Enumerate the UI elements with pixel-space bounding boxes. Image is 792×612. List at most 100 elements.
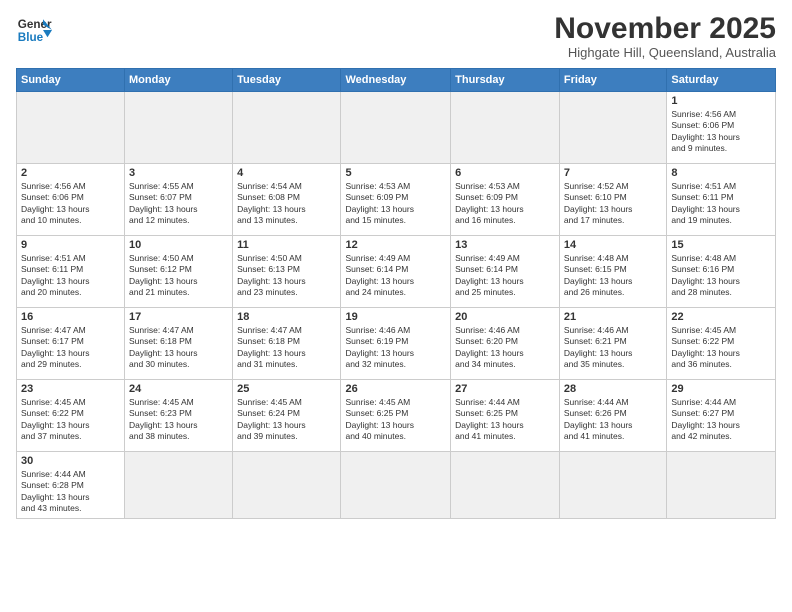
calendar-week-row: 30 Sunrise: 4:44 AMSunset: 6:28 PMDayligh… <box>17 452 776 519</box>
location: Highgate Hill, Queensland, Australia <box>554 45 776 60</box>
calendar-cell <box>559 92 666 164</box>
day-info: Sunrise: 4:46 AMSunset: 6:21 PMDaylight:… <box>564 325 662 371</box>
day-number: 12 <box>345 239 446 251</box>
calendar-week-row: 1Sunrise: 4:56 AMSunset: 6:06 PMDaylight… <box>17 92 776 164</box>
calendar-cell <box>559 452 666 519</box>
day-number: 8 <box>671 167 771 179</box>
day-info: Sunrise: 4:45 AMSunset: 6:22 PMDaylight:… <box>671 325 771 371</box>
day-number: 14 <box>564 239 662 251</box>
weekday-header-saturday: Saturday <box>667 69 776 92</box>
calendar-week-row: 23Sunrise: 4:45 AMSunset: 6:22 PMDayligh… <box>17 380 776 452</box>
calendar-cell: 8 Sunrise: 4:51 AMSunset: 6:11 PMDaylight… <box>667 164 776 236</box>
day-info: Sunrise: 4:45 AMSunset: 6:24 PMDaylight:… <box>237 397 336 443</box>
day-info: Sunrise: 4:50 AMSunset: 6:13 PMDaylight:… <box>237 253 336 299</box>
calendar-cell <box>125 452 233 519</box>
header: General Blue November 2025 Highgate Hill… <box>16 12 776 60</box>
calendar-cell: 28 Sunrise: 4:44 AMSunset: 6:26 PMDayligh… <box>559 380 666 452</box>
calendar-cell: 27Sunrise: 4:44 AMSunset: 6:25 PMDayligh… <box>451 380 560 452</box>
calendar-cell: 18Sunrise: 4:47 AMSunset: 6:18 PMDayligh… <box>233 308 341 380</box>
day-number: 20 <box>455 311 555 323</box>
day-number: 7 <box>564 167 662 179</box>
calendar-cell: 20Sunrise: 4:46 AMSunset: 6:20 PMDayligh… <box>451 308 560 380</box>
calendar-table: SundayMondayTuesdayWednesdayThursdayFrid… <box>16 68 776 519</box>
day-number: 16 <box>21 311 120 323</box>
day-info: Sunrise: 4:51 AMSunset: 6:11 PMDaylight:… <box>671 181 771 227</box>
calendar-cell: 29Sunrise: 4:44 AMSunset: 6:27 PMDayligh… <box>667 380 776 452</box>
weekday-header-wednesday: Wednesday <box>341 69 451 92</box>
calendar-cell: 12 Sunrise: 4:49 AMSunset: 6:14 PMDayligh… <box>341 236 451 308</box>
day-info: Sunrise: 4:47 AMSunset: 6:17 PMDaylight:… <box>21 325 120 371</box>
weekday-header-friday: Friday <box>559 69 666 92</box>
day-number: 2 <box>21 167 120 179</box>
day-number: 24 <box>129 383 228 395</box>
calendar-cell: 21Sunrise: 4:46 AMSunset: 6:21 PMDayligh… <box>559 308 666 380</box>
day-info: Sunrise: 4:45 AMSunset: 6:25 PMDaylight:… <box>345 397 446 443</box>
calendar-cell <box>341 92 451 164</box>
calendar-week-row: 9 Sunrise: 4:51 AMSunset: 6:11 PMDaylight… <box>17 236 776 308</box>
day-number: 6 <box>455 167 555 179</box>
day-info: Sunrise: 4:51 AMSunset: 6:11 PMDaylight:… <box>21 253 120 299</box>
day-info: Sunrise: 4:53 AMSunset: 6:09 PMDaylight:… <box>455 181 555 227</box>
calendar-cell: 11 Sunrise: 4:50 AMSunset: 6:13 PMDayligh… <box>233 236 341 308</box>
calendar-cell <box>233 92 341 164</box>
day-info: Sunrise: 4:44 AMSunset: 6:26 PMDaylight:… <box>564 397 662 443</box>
calendar-cell <box>451 92 560 164</box>
day-number: 17 <box>129 311 228 323</box>
calendar-cell: 22 Sunrise: 4:45 AMSunset: 6:22 PMDayligh… <box>667 308 776 380</box>
calendar-cell: 10 Sunrise: 4:50 AMSunset: 6:12 PMDayligh… <box>125 236 233 308</box>
calendar-cell: 6 Sunrise: 4:53 AMSunset: 6:09 PMDaylight… <box>451 164 560 236</box>
calendar-cell <box>233 452 341 519</box>
day-info: Sunrise: 4:44 AMSunset: 6:28 PMDaylight:… <box>21 469 120 515</box>
calendar-cell: 25 Sunrise: 4:45 AMSunset: 6:24 PMDayligh… <box>233 380 341 452</box>
day-info: Sunrise: 4:49 AMSunset: 6:14 PMDaylight:… <box>345 253 446 299</box>
calendar-cell: 5Sunrise: 4:53 AMSunset: 6:09 PMDaylight… <box>341 164 451 236</box>
day-number: 27 <box>455 383 555 395</box>
calendar-cell: 3 Sunrise: 4:55 AMSunset: 6:07 PMDaylight… <box>125 164 233 236</box>
day-info: Sunrise: 4:46 AMSunset: 6:19 PMDaylight:… <box>345 325 446 371</box>
day-number: 23 <box>21 383 120 395</box>
calendar-cell <box>667 452 776 519</box>
calendar-header-row: SundayMondayTuesdayWednesdayThursdayFrid… <box>17 69 776 92</box>
day-number: 10 <box>129 239 228 251</box>
calendar-cell: 2 Sunrise: 4:56 AMSunset: 6:06 PMDaylight… <box>17 164 125 236</box>
day-number: 4 <box>237 167 336 179</box>
calendar-cell: 9 Sunrise: 4:51 AMSunset: 6:11 PMDaylight… <box>17 236 125 308</box>
day-number: 15 <box>671 239 771 251</box>
calendar-cell: 26 Sunrise: 4:45 AMSunset: 6:25 PMDayligh… <box>341 380 451 452</box>
calendar-cell: 19 Sunrise: 4:46 AMSunset: 6:19 PMDayligh… <box>341 308 451 380</box>
day-info: Sunrise: 4:53 AMSunset: 6:09 PMDaylight:… <box>345 181 446 227</box>
day-number: 25 <box>237 383 336 395</box>
calendar-cell: 14 Sunrise: 4:48 AMSunset: 6:15 PMDayligh… <box>559 236 666 308</box>
calendar-cell <box>17 92 125 164</box>
page: General Blue November 2025 Highgate Hill… <box>0 0 792 612</box>
day-info: Sunrise: 4:48 AMSunset: 6:16 PMDaylight:… <box>671 253 771 299</box>
day-number: 3 <box>129 167 228 179</box>
day-number: 13 <box>455 239 555 251</box>
calendar-cell: 1Sunrise: 4:56 AMSunset: 6:06 PMDaylight… <box>667 92 776 164</box>
day-number: 30 <box>21 455 120 467</box>
day-info: Sunrise: 4:45 AMSunset: 6:23 PMDaylight:… <box>129 397 228 443</box>
day-info: Sunrise: 4:50 AMSunset: 6:12 PMDaylight:… <box>129 253 228 299</box>
calendar-cell <box>341 452 451 519</box>
weekday-header-monday: Monday <box>125 69 233 92</box>
calendar-cell: 7 Sunrise: 4:52 AMSunset: 6:10 PMDaylight… <box>559 164 666 236</box>
weekday-header-thursday: Thursday <box>451 69 560 92</box>
day-number: 28 <box>564 383 662 395</box>
day-info: Sunrise: 4:48 AMSunset: 6:15 PMDaylight:… <box>564 253 662 299</box>
day-number: 9 <box>21 239 120 251</box>
month-title: November 2025 <box>554 12 776 45</box>
day-number: 11 <box>237 239 336 251</box>
calendar-cell: 24 Sunrise: 4:45 AMSunset: 6:23 PMDayligh… <box>125 380 233 452</box>
day-info: Sunrise: 4:55 AMSunset: 6:07 PMDaylight:… <box>129 181 228 227</box>
weekday-header-tuesday: Tuesday <box>233 69 341 92</box>
day-number: 1 <box>671 95 771 107</box>
day-info: Sunrise: 4:56 AMSunset: 6:06 PMDaylight:… <box>21 181 120 227</box>
calendar-cell: 16 Sunrise: 4:47 AMSunset: 6:17 PMDayligh… <box>17 308 125 380</box>
day-number: 29 <box>671 383 771 395</box>
day-info: Sunrise: 4:52 AMSunset: 6:10 PMDaylight:… <box>564 181 662 227</box>
day-number: 19 <box>345 311 446 323</box>
day-number: 22 <box>671 311 771 323</box>
calendar-week-row: 16 Sunrise: 4:47 AMSunset: 6:17 PMDayligh… <box>17 308 776 380</box>
day-info: Sunrise: 4:54 AMSunset: 6:08 PMDaylight:… <box>237 181 336 227</box>
day-number: 26 <box>345 383 446 395</box>
